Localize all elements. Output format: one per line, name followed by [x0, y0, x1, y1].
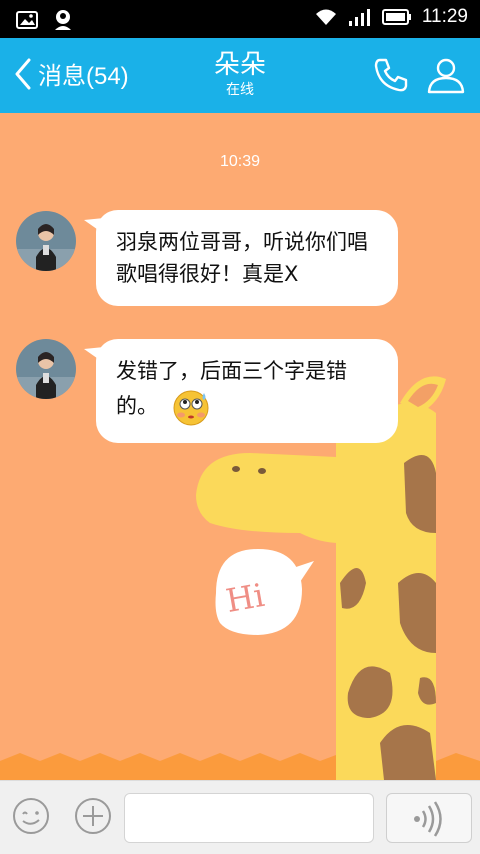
profile-button[interactable] [426, 56, 466, 98]
status-bar: 11:29 [0, 0, 480, 38]
clock: 11:29 [421, 6, 468, 27]
message-timestamp: 10:39 [219, 153, 261, 170]
message-input[interactable] [124, 793, 374, 843]
chat-area[interactable]: Hi 10:39 羽泉两位哥哥，听说你们唱歌唱得很好！真是X 发错了，后面三个字… [0, 113, 480, 780]
contact-avatar[interactable] [16, 339, 76, 399]
voice-button[interactable] [386, 793, 472, 843]
emoji-button[interactable] [12, 797, 50, 839]
message-bubble[interactable]: 羽泉两位哥哥，听说你们唱歌唱得很好！真是X [84, 210, 398, 306]
avatar-photo [16, 339, 76, 399]
wifi-icon [315, 9, 336, 25]
sweat-emoji-icon [173, 390, 209, 426]
plus-icon [75, 798, 111, 834]
phone-icon [374, 58, 408, 92]
battery-icon [381, 9, 411, 25]
voice-icon [414, 801, 442, 837]
chat-header: 消息(54) 朵朵 在线 [0, 38, 480, 113]
message-text: 羽泉两位哥哥，听说你们唱歌唱得很好！真是X [116, 230, 368, 286]
add-attachment-button[interactable] [74, 797, 112, 839]
sticker-hi-text: Hi [222, 575, 268, 621]
signal-icon [348, 9, 370, 26]
call-button[interactable] [372, 56, 410, 98]
message-bubble[interactable]: 发错了，后面三个字是错的。 [84, 339, 398, 443]
bubble-tail [84, 218, 104, 234]
location-notification-icon [55, 10, 71, 30]
image-notification-icon [16, 11, 38, 29]
profile-icon [427, 58, 465, 94]
emoji-icon [13, 798, 49, 834]
avatar-photo [16, 211, 76, 271]
bubble-tail [84, 347, 104, 363]
input-bar [0, 780, 480, 854]
message-text: 发错了，后面三个字是错的。 [116, 359, 347, 418]
contact-avatar[interactable] [16, 211, 76, 271]
